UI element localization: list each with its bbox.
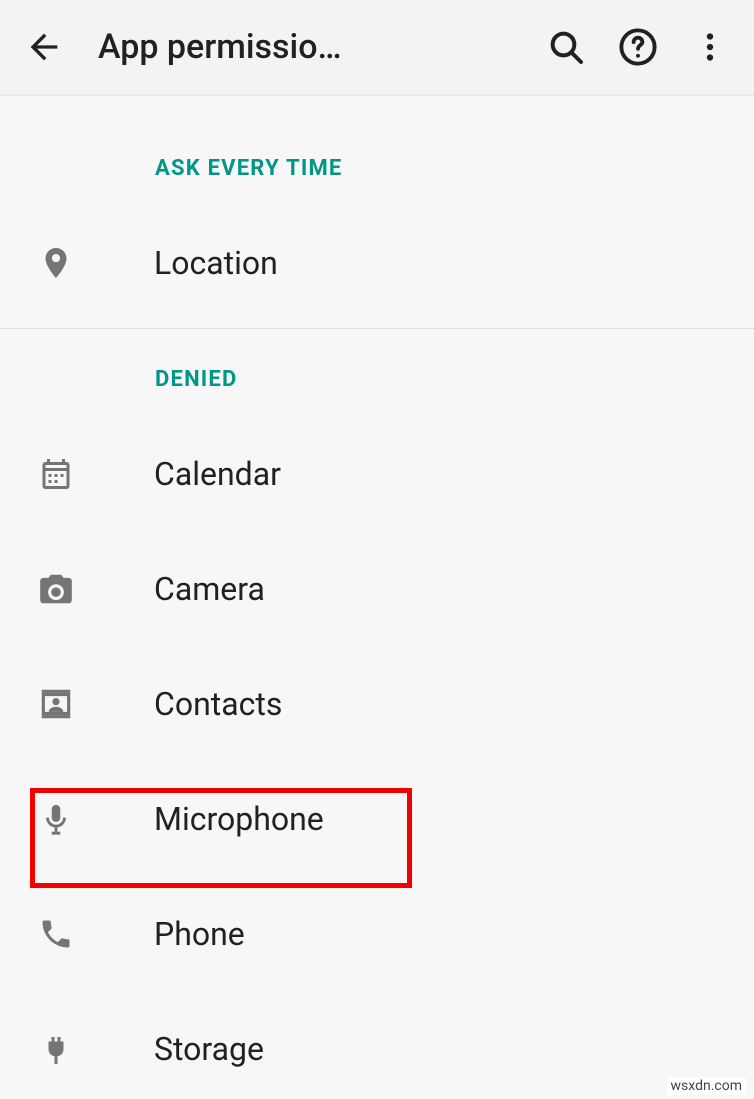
watermark: wsxdn.com [667, 1077, 746, 1095]
microphone-icon [24, 787, 88, 851]
permission-label: Microphone [88, 800, 324, 838]
location-icon [24, 231, 88, 295]
back-button[interactable] [8, 11, 80, 83]
permission-label: Location [88, 244, 278, 282]
section-header-denied: DENIED [0, 329, 754, 416]
phone-icon [24, 902, 88, 966]
section-header-ask: ASK EVERY TIME [0, 118, 754, 205]
permission-label: Contacts [88, 685, 282, 723]
back-arrow-icon [24, 27, 64, 67]
page-title: App permissio… [80, 27, 530, 67]
permission-row-contacts[interactable]: Contacts [0, 646, 754, 761]
calendar-icon [24, 442, 88, 506]
permission-label: Storage [88, 1030, 264, 1068]
app-bar: App permissio… [0, 0, 754, 96]
permission-label: Phone [88, 915, 245, 953]
contacts-icon [24, 672, 88, 736]
storage-icon [24, 1017, 88, 1081]
help-icon [617, 26, 659, 68]
more-button[interactable] [674, 11, 746, 83]
help-button[interactable] [602, 11, 674, 83]
permission-label: Camera [88, 570, 265, 608]
permission-row-camera[interactable]: Camera [0, 531, 754, 646]
permission-row-microphone[interactable]: Microphone [0, 761, 754, 876]
permission-row-location[interactable]: Location [0, 205, 754, 320]
camera-icon [24, 557, 88, 621]
more-vert-icon [692, 29, 728, 65]
permission-row-calendar[interactable]: Calendar [0, 416, 754, 531]
search-button[interactable] [530, 11, 602, 83]
permissions-list: ASK EVERY TIME Location DENIED Calendar … [0, 96, 754, 1099]
permission-row-phone[interactable]: Phone [0, 876, 754, 991]
search-icon [546, 27, 586, 67]
permission-row-storage[interactable]: Storage [0, 991, 754, 1099]
permission-label: Calendar [88, 455, 281, 493]
